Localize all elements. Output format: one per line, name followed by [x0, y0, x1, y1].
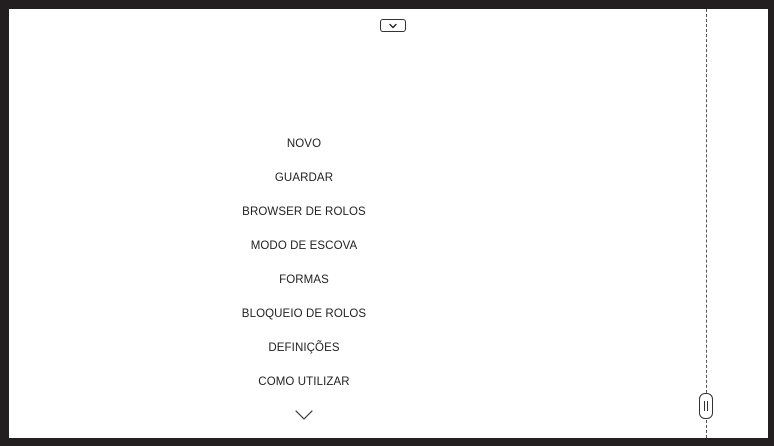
grip-bar: [704, 401, 705, 411]
menu-item-definicoes[interactable]: DEFINIÇÕES: [189, 338, 419, 372]
menu-item-como-utilizar[interactable]: COMO UTILIZAR: [189, 372, 419, 406]
canvas-frame: NOVO GUARDAR BROWSER DE ROLOS MODO DE ES…: [9, 9, 768, 438]
menu-item-formas[interactable]: FORMAS: [189, 270, 419, 304]
roll-divider-line: [706, 9, 707, 438]
menu-item-bloqueio-de-rolos[interactable]: BLOQUEIO DE ROLOS: [189, 304, 419, 338]
menu-item-modo-de-escova[interactable]: MODO DE ESCOVA: [189, 236, 419, 270]
grip-handle-icon[interactable]: [699, 393, 713, 419]
grip-bar: [707, 401, 708, 411]
chevron-down-icon: [389, 23, 397, 28]
menu-item-guardar[interactable]: GUARDAR: [189, 168, 419, 202]
menu-item-novo[interactable]: NOVO: [189, 134, 419, 168]
main-menu: NOVO GUARDAR BROWSER DE ROLOS MODO DE ES…: [189, 134, 419, 406]
more-chevron-down-icon[interactable]: [294, 409, 314, 421]
menu-item-browser-de-rolos[interactable]: BROWSER DE ROLOS: [189, 202, 419, 236]
collapse-menu-button[interactable]: [380, 19, 406, 32]
